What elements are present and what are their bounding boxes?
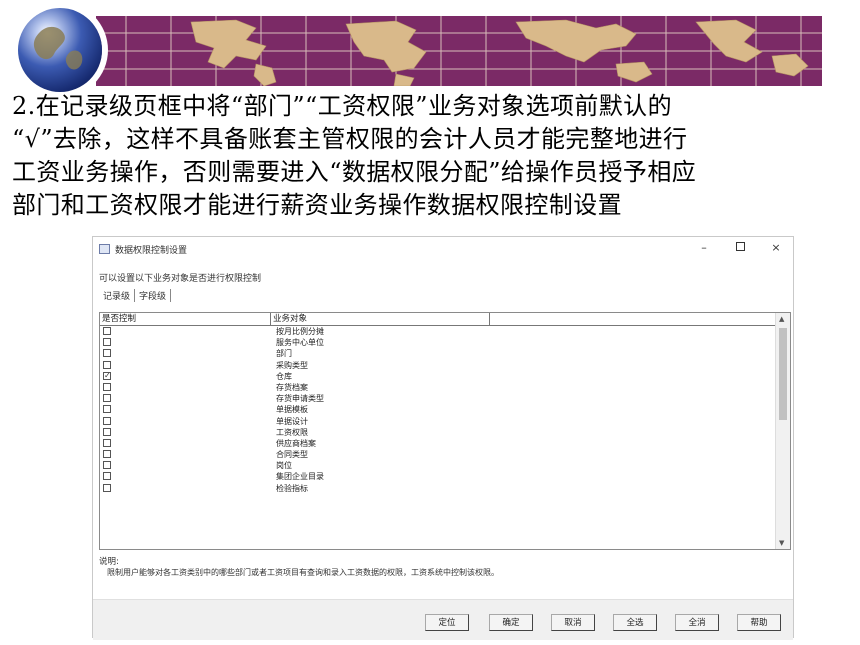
tab-field-level[interactable]: 字段级 — [135, 289, 172, 302]
dialog-hint: 可以设置以下业务对象是否进行权限控制 — [99, 274, 262, 284]
help-button[interactable]: 帮助 — [737, 614, 781, 631]
world-map-graphic — [96, 16, 822, 86]
table-row[interactable]: 岗位 — [100, 460, 776, 471]
paragraph-line: 工资业务操作，否则需要进入“数据权限分配”给操作员授予相应 — [12, 158, 697, 186]
column-header-object[interactable]: 业务对象 — [271, 313, 490, 325]
control-checkbox[interactable] — [103, 416, 111, 425]
control-checkbox[interactable] — [103, 483, 111, 492]
business-object-name: 单据设计 — [276, 416, 308, 426]
business-object-name: 单据模板 — [276, 405, 308, 415]
control-checkbox[interactable] — [103, 461, 111, 470]
clear-all-button[interactable]: 全消 — [675, 614, 719, 631]
grid-header: 是否控制 业务对象 — [100, 313, 776, 326]
control-checkbox[interactable] — [103, 438, 111, 447]
scroll-down-icon[interactable]: ▼ — [779, 539, 784, 547]
cancel-button[interactable]: 取消 — [551, 614, 595, 631]
control-checkbox[interactable] — [103, 382, 111, 391]
maximize-icon — [735, 242, 745, 251]
business-object-name: 工资权限 — [276, 427, 308, 437]
business-object-name: 合同类型 — [276, 450, 308, 460]
table-row[interactable]: ✓ 仓库 — [100, 371, 776, 382]
business-object-name: 采购类型 — [276, 360, 308, 370]
vertical-scrollbar[interactable]: ▲ ▼ — [775, 313, 790, 549]
table-row[interactable]: 按月比例分摊 — [100, 326, 776, 337]
table-row[interactable]: 存货申请类型 — [100, 393, 776, 404]
business-object-name: 按月比例分摊 — [276, 327, 324, 336]
table-row[interactable]: 服务中心单位 — [100, 337, 776, 348]
business-object-name: 部门 — [276, 349, 292, 359]
table-row[interactable]: 供应商档案 — [100, 438, 776, 449]
table-row[interactable]: 单据模板 — [100, 404, 776, 415]
business-object-name: 供应商档案 — [276, 438, 316, 448]
control-checkbox[interactable] — [103, 405, 111, 414]
control-checkbox[interactable] — [103, 450, 111, 459]
business-object-name: 检验指标 — [276, 483, 308, 493]
dialog-titlebar[interactable]: 数据权限控制设置 – × — [93, 237, 793, 261]
control-checkbox[interactable] — [103, 360, 111, 369]
paragraph-line: 部门和工资权限才能进行薪资业务操作数据权限控制设置 — [12, 191, 622, 219]
business-object-name: 仓库 — [276, 371, 292, 381]
control-checkbox[interactable] — [103, 427, 111, 436]
maximize-button[interactable] — [729, 240, 751, 256]
tab-record-level[interactable]: 记录级 — [99, 289, 136, 302]
note-label: 说明: — [99, 557, 119, 567]
business-object-name: 存货档案 — [276, 382, 308, 392]
business-object-name: 服务中心单位 — [276, 338, 324, 348]
tab-strip: 记录级 字段级 — [99, 289, 172, 303]
table-row[interactable]: 部门 — [100, 348, 776, 359]
control-checkbox[interactable] — [103, 349, 111, 358]
ok-button[interactable]: 确定 — [489, 614, 533, 631]
control-checkbox[interactable] — [103, 394, 111, 403]
header-banner — [18, 8, 822, 92]
table-row[interactable]: 工资权限 — [100, 427, 776, 438]
grid-rows: 按月比例分摊 服务中心单位 部门 采购类型 ✓ 仓库 存货档案存货申请类型 单据模板 单据设计工… — [100, 326, 776, 494]
app-window-icon — [99, 244, 110, 254]
control-checkbox[interactable] — [103, 338, 111, 347]
paragraph-line: “√”去除，这样不具备账套主管权限的会计人员才能完整地进行 — [12, 125, 688, 153]
business-object-name: 集团企业目录 — [276, 472, 324, 482]
control-checkbox[interactable] — [103, 327, 111, 335]
close-button[interactable]: × — [765, 240, 787, 256]
minimize-button[interactable]: – — [693, 240, 715, 256]
table-row[interactable]: 合同类型 — [100, 449, 776, 460]
data-permission-dialog: 数据权限控制设置 – × 可以设置以下业务对象是否进行权限控制 记录级 字段级 是… — [92, 236, 794, 640]
paragraph-line: 2.在记录级页框中将“部门”“工资权限”业务对象选项前默认的 — [12, 92, 672, 120]
table-row[interactable]: 采购类型 — [100, 360, 776, 371]
business-object-grid: 是否控制 业务对象 按月比例分摊 服务中心单位 部门 采购类型 ✓ 仓库 存货档案存货申请类… — [99, 312, 791, 550]
instruction-paragraph: 2.在记录级页框中将“部门”“工资权限”业务对象选项前默认的 “√”去除，这样不… — [12, 90, 852, 222]
button-bar: 定位 确定 取消 全选 全消 帮助 — [93, 599, 793, 640]
business-object-name: 存货申请类型 — [276, 394, 324, 404]
table-row[interactable]: 集团企业目录 — [100, 471, 776, 482]
control-checkbox[interactable] — [103, 472, 111, 481]
scroll-thumb[interactable] — [779, 328, 787, 420]
table-row[interactable]: 存货档案 — [100, 382, 776, 393]
business-object-name: 岗位 — [276, 461, 292, 471]
dialog-title: 数据权限控制设置 — [115, 246, 188, 256]
table-row[interactable]: 单据设计 — [100, 416, 776, 427]
scroll-up-icon[interactable]: ▲ — [779, 315, 784, 323]
control-checkbox[interactable]: ✓ — [103, 371, 111, 380]
column-header-control[interactable]: 是否控制 — [100, 313, 271, 325]
world-map-banner — [96, 16, 822, 86]
globe-icon — [18, 8, 102, 92]
table-row[interactable]: 检验指标 — [100, 483, 776, 494]
locate-button[interactable]: 定位 — [425, 614, 469, 631]
note-text: 限制用户能够对各工资类别中的哪些部门或者工资项目有查询和录入工资数据的权限，工资… — [107, 568, 499, 577]
select-all-button[interactable]: 全选 — [613, 614, 657, 631]
